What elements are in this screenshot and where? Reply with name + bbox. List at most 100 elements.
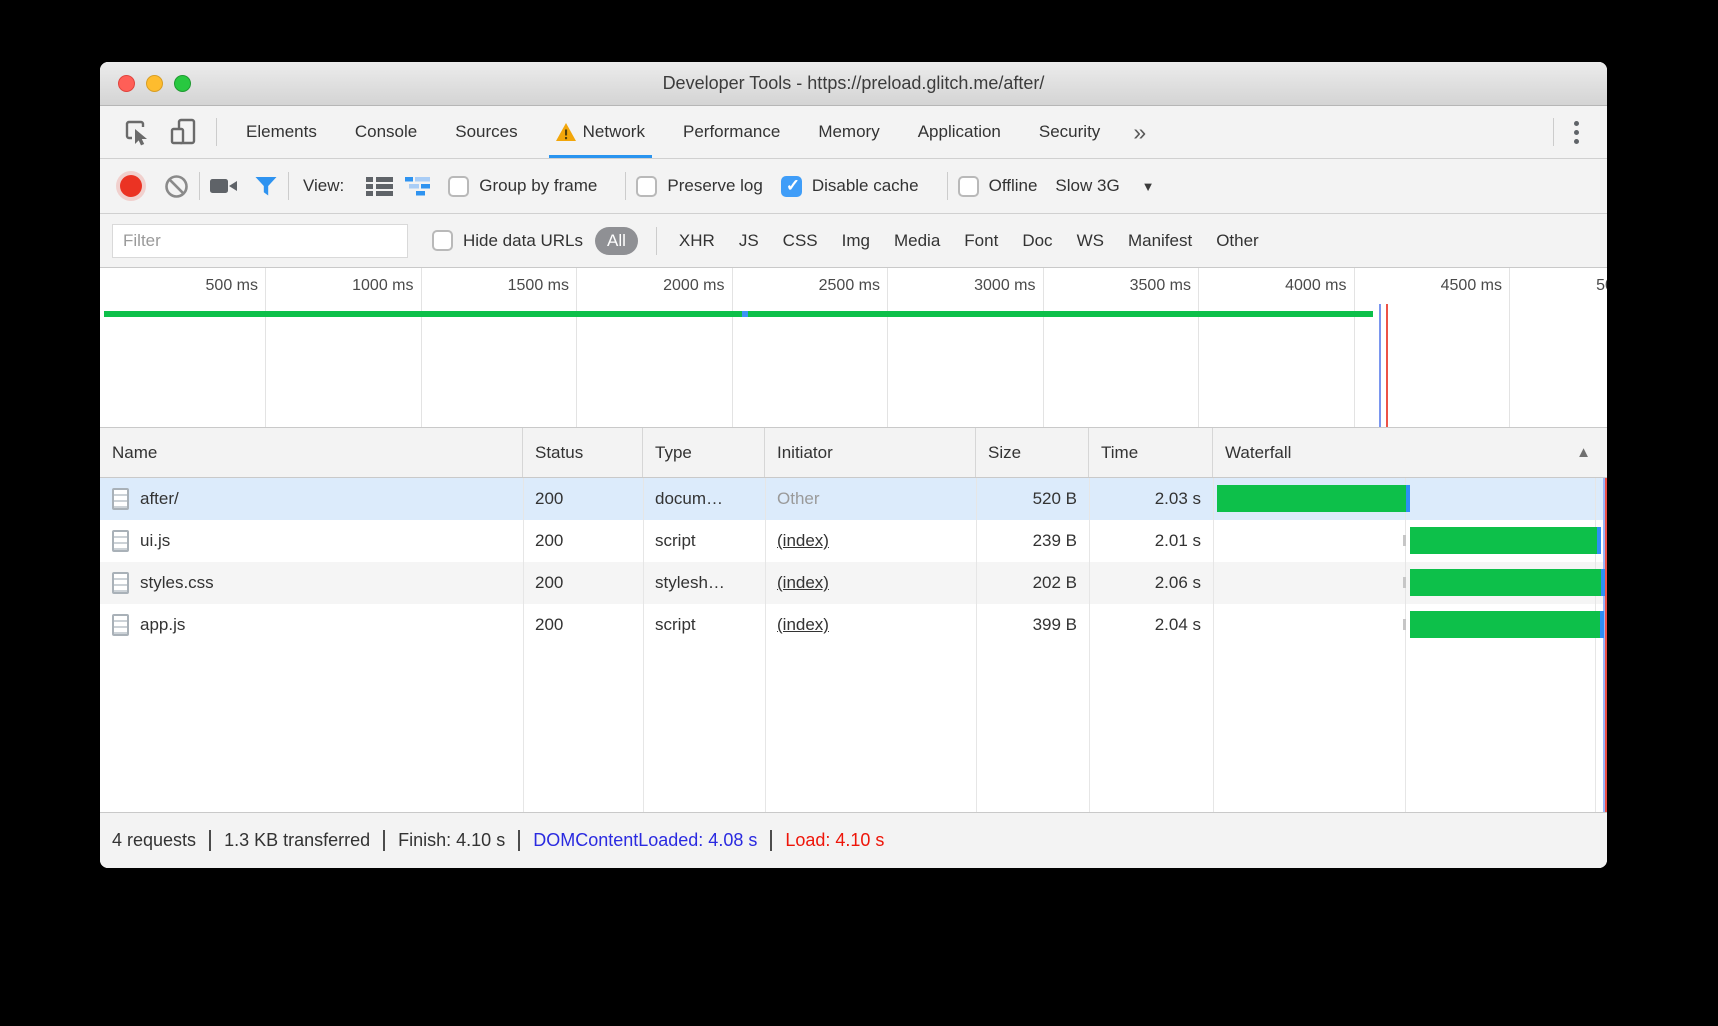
size-cell: 202 B xyxy=(976,562,1089,604)
tab-elements[interactable]: Elements xyxy=(227,106,336,158)
filter-type-media[interactable]: Media xyxy=(882,231,952,251)
document-icon xyxy=(112,614,129,636)
divider xyxy=(383,830,385,851)
filter-type-css[interactable]: CSS xyxy=(771,231,830,251)
type-cell: docum… xyxy=(643,478,765,520)
clear-icon[interactable] xyxy=(164,174,189,199)
size-cell: 520 B xyxy=(976,478,1089,520)
column-header-time[interactable]: Time xyxy=(1089,428,1213,477)
waterfall-cell xyxy=(1213,604,1607,646)
initiator-link[interactable]: (index) xyxy=(777,615,829,635)
table-row[interactable]: styles.css 200 stylesh… (index) 202 B 2.… xyxy=(100,562,1607,604)
time-cell: 2.04 s xyxy=(1089,604,1213,646)
filter-type-img[interactable]: Img xyxy=(830,231,882,251)
offline-checkbox[interactable]: Offline xyxy=(958,176,1038,197)
timeline-overview[interactable]: 500 ms 1000 ms 1500 ms 2000 ms 2500 ms 3… xyxy=(100,268,1607,428)
waterfall-bar xyxy=(1410,569,1606,596)
divider xyxy=(518,830,520,851)
document-icon xyxy=(112,530,129,552)
filter-input[interactable] xyxy=(112,224,408,258)
filter-type-manifest[interactable]: Manifest xyxy=(1116,231,1204,251)
table-row[interactable]: after/ 200 docum… Other 520 B 2.03 s xyxy=(100,478,1607,520)
status-cell: 200 xyxy=(523,478,643,520)
filter-type-all[interactable]: All xyxy=(595,227,638,255)
document-icon xyxy=(112,488,129,510)
tab-performance[interactable]: Performance xyxy=(664,106,799,158)
column-header-status[interactable]: Status xyxy=(523,428,643,477)
filter-bar: Hide data URLs All XHR JS CSS Img Media … xyxy=(100,214,1607,268)
filter-type-other[interactable]: Other xyxy=(1204,231,1271,251)
tab-memory[interactable]: Memory xyxy=(799,106,898,158)
checkbox-icon[interactable] xyxy=(432,230,453,251)
table-header: Name Status Type Initiator Size Time Wat… xyxy=(100,428,1607,478)
checkbox-icon[interactable] xyxy=(958,176,979,197)
tick-label: 4000 ms xyxy=(1199,268,1355,427)
disable-cache-checkbox[interactable]: Disable cache xyxy=(781,176,919,197)
initiator-cell: (index) xyxy=(765,520,976,562)
status-cell: 200 xyxy=(523,520,643,562)
devtools-window: Developer Tools - https://preload.glitch… xyxy=(100,62,1607,868)
sort-ascending-icon: ▲ xyxy=(1576,444,1591,461)
tab-network[interactable]: Network xyxy=(537,106,664,158)
close-button[interactable] xyxy=(118,75,135,92)
time-cell: 2.06 s xyxy=(1089,562,1213,604)
column-header-size[interactable]: Size xyxy=(976,428,1089,477)
inspect-element-icon[interactable] xyxy=(114,117,160,147)
filter-type-font[interactable]: Font xyxy=(952,231,1010,251)
checkbox-icon[interactable] xyxy=(636,176,657,197)
more-tabs-icon[interactable]: » xyxy=(1133,121,1146,144)
divider xyxy=(209,830,211,851)
table-row[interactable]: app.js 200 script (index) 399 B 2.04 s xyxy=(100,604,1607,646)
tab-security[interactable]: Security xyxy=(1020,106,1119,158)
maximize-button[interactable] xyxy=(174,75,191,92)
main-toolbar: Elements Console Sources Network Perform… xyxy=(100,106,1607,159)
filter-type-js[interactable]: JS xyxy=(727,231,771,251)
list-view-icon[interactable] xyxy=(366,176,393,196)
network-toolbar: View: Group by frame Preserve log xyxy=(100,159,1607,214)
finish-time: Finish: 4.10 s xyxy=(398,830,505,851)
titlebar: Developer Tools - https://preload.glitch… xyxy=(100,62,1607,106)
column-header-waterfall[interactable]: Waterfall ▲ xyxy=(1213,428,1607,477)
type-cell: script xyxy=(643,520,765,562)
divider xyxy=(625,172,626,200)
name-cell: ui.js xyxy=(100,520,523,562)
checkbox-icon[interactable] xyxy=(781,176,802,197)
devtools-menu-icon[interactable] xyxy=(1564,115,1589,150)
warning-icon xyxy=(556,123,576,141)
dcl-time: DOMContentLoaded: 4.08 s xyxy=(533,830,757,851)
size-cell: 399 B xyxy=(976,604,1089,646)
group-by-frame-checkbox[interactable]: Group by frame xyxy=(448,176,597,197)
toolbar-right xyxy=(1543,115,1607,150)
table-row[interactable]: ui.js 200 script (index) 239 B 2.01 s xyxy=(100,520,1607,562)
initiator-link[interactable]: (index) xyxy=(777,531,829,551)
tab-console[interactable]: Console xyxy=(336,106,436,158)
minimize-button[interactable] xyxy=(146,75,163,92)
tab-application[interactable]: Application xyxy=(899,106,1020,158)
record-button[interactable] xyxy=(120,175,142,197)
traffic-lights xyxy=(118,62,191,105)
tab-sources[interactable]: Sources xyxy=(436,106,536,158)
name-cell: after/ xyxy=(100,478,523,520)
preserve-log-checkbox[interactable]: Preserve log xyxy=(636,176,762,197)
column-header-type[interactable]: Type xyxy=(643,428,765,477)
initiator-link[interactable]: (index) xyxy=(777,573,829,593)
device-toolbar-icon[interactable] xyxy=(160,117,206,147)
tick-label: 5000 ms xyxy=(1510,268,1607,427)
overview-dcl-marker xyxy=(742,311,748,317)
checkbox-icon[interactable] xyxy=(448,176,469,197)
filter-type-ws[interactable]: WS xyxy=(1065,231,1116,251)
window-title: Developer Tools - https://preload.glitch… xyxy=(663,73,1045,94)
tick-label: 1500 ms xyxy=(422,268,578,427)
waterfall-cell xyxy=(1213,562,1607,604)
throttling-select[interactable]: Slow 3G ▼ xyxy=(1055,176,1154,196)
column-header-initiator[interactable]: Initiator xyxy=(765,428,976,477)
filter-type-doc[interactable]: Doc xyxy=(1010,231,1064,251)
dcl-line xyxy=(1379,304,1381,427)
hide-data-urls-checkbox[interactable]: Hide data URLs xyxy=(432,230,583,251)
filter-type-xhr[interactable]: XHR xyxy=(667,231,727,251)
column-header-name[interactable]: Name xyxy=(100,428,523,477)
tick-label: 1000 ms xyxy=(266,268,422,427)
filter-icon[interactable] xyxy=(254,176,278,197)
capture-screenshots-icon[interactable] xyxy=(210,177,238,195)
waterfall-view-icon[interactable] xyxy=(405,176,432,196)
